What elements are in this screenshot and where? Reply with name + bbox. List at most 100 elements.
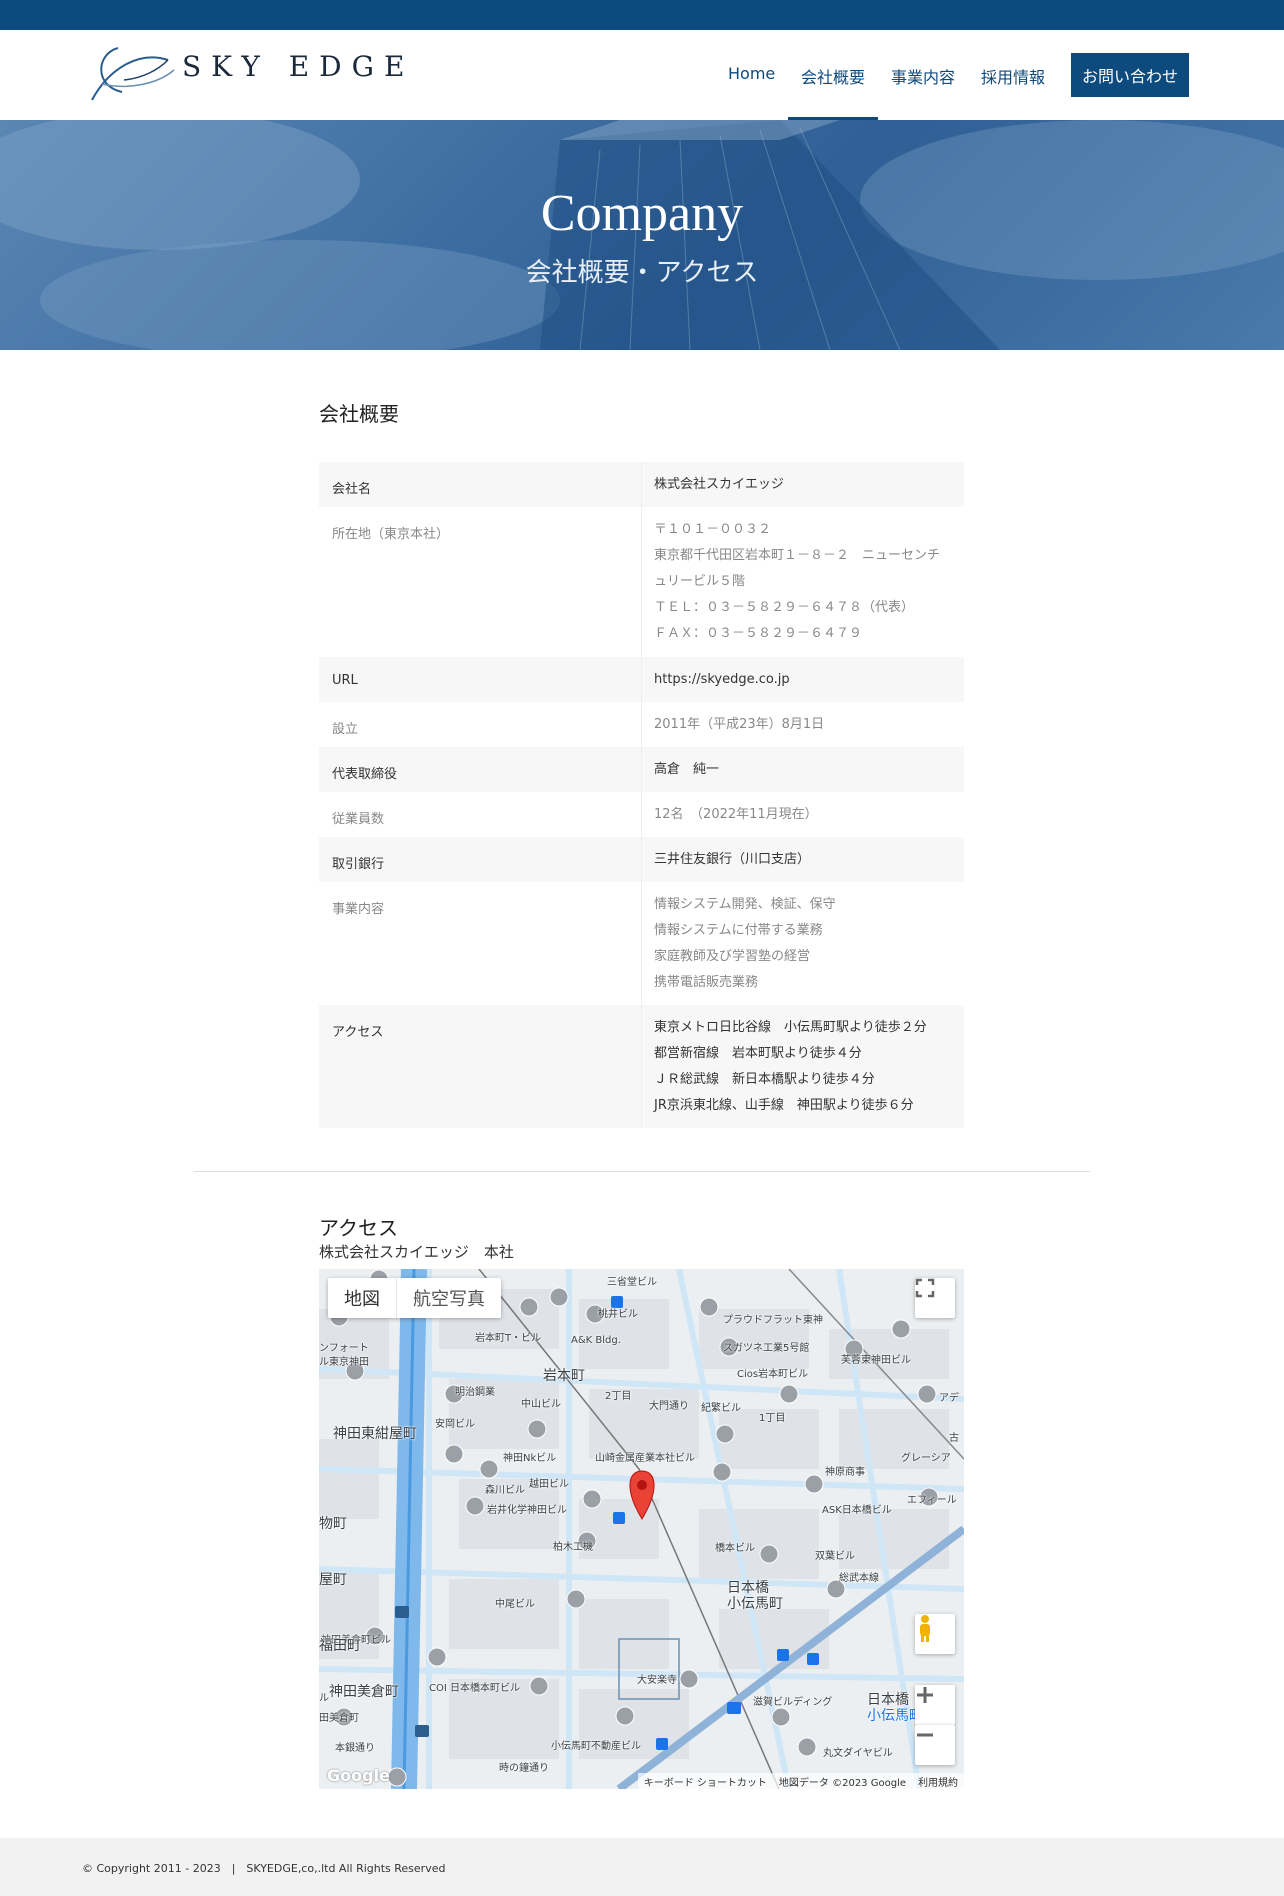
- cell-divider: [641, 837, 642, 882]
- map-place-label: 1丁目: [759, 1413, 786, 1424]
- site-footer: © Copyright 2011 - 2023 | SKYEDGE,co,.lt…: [0, 1838, 1284, 1896]
- map-place-label: 大門通り: [649, 1401, 689, 1412]
- copyright-text: © Copyright 2011 - 2023 | SKYEDGE,co,.lt…: [82, 1862, 446, 1875]
- terms-link[interactable]: 利用規約: [918, 1774, 958, 1789]
- google-logo: Google: [327, 1766, 390, 1785]
- value-line: 2011年（平成23年）8月1日: [654, 717, 825, 732]
- map-place-label: 小伝馬町不動産ビル: [551, 1741, 641, 1752]
- map-attribution: キーボード ショートカット 地図データ ©2023 Google 利用規約: [637, 1773, 964, 1789]
- map-place-label: 神田東紺屋町: [333, 1426, 417, 1442]
- nav-business[interactable]: 事業内容: [891, 64, 955, 88]
- cell-divider: [641, 882, 642, 1005]
- value-line: 三井住友銀行（川口支店）: [654, 852, 811, 867]
- table-row: 設立 2011年（平成23年）8月1日: [319, 702, 964, 747]
- map-type-control[interactable]: 地図 航空写真: [328, 1278, 501, 1318]
- row-value: 12名 （2022年11月現在）: [654, 802, 818, 828]
- table-row: 従業員数 12名 （2022年11月現在）: [319, 792, 964, 837]
- hero-subtitle: 会社概要・アクセス: [525, 258, 759, 288]
- table-row: URL https://skyedge.co.jp: [319, 657, 964, 702]
- value-line: ＴＥＬ：０３－５８２９－６４７８（代表）: [654, 600, 915, 615]
- map-place-label: 柏木工機: [553, 1542, 593, 1553]
- map-place-label: 物町: [319, 1516, 347, 1532]
- map-place-label: 小伝馬町: [727, 1596, 783, 1612]
- overview-heading: 会社概要: [319, 402, 399, 426]
- table-row: 事業内容 情報システム開発、検証、保守 情報システムに付帯する業務 家庭教師及び…: [319, 882, 964, 1005]
- zoom-out-icon[interactable]: [915, 1725, 955, 1765]
- row-value: 高倉 純一: [654, 757, 719, 783]
- value-line: 高倉 純一: [654, 762, 720, 777]
- nav-company[interactable]: 会社概要: [801, 64, 865, 88]
- access-subtitle: 株式会社スカイエッジ 本社: [319, 1243, 514, 1261]
- brand-name: SKY EDGE: [182, 50, 415, 83]
- table-row: 取引銀行 三井住友銀行（川口支店）: [319, 837, 964, 882]
- map-place-label: 滋賀ビルディング: [753, 1697, 833, 1708]
- row-key: 事業内容: [332, 902, 385, 917]
- section-divider: [194, 1171, 1090, 1172]
- google-map[interactable]: 三省堂ビル 桃井ビル プラウドフラット東神 岩本町T・ビル A&K Bldg. スガツネ工…: [319, 1269, 964, 1789]
- nav-recruit[interactable]: 採用情報: [981, 64, 1045, 88]
- zoom-in-icon[interactable]: [915, 1685, 955, 1725]
- row-key: URL: [332, 673, 358, 688]
- value-line: 〒１０１－００３２: [654, 522, 772, 537]
- map-place-label: アデ: [939, 1393, 959, 1404]
- keyboard-shortcuts-link[interactable]: キーボード ショートカット: [644, 1774, 767, 1789]
- value-line: 都営新宿線 岩本町駅より徒歩４分: [654, 1046, 862, 1061]
- map-place-label: 岩本町: [543, 1368, 585, 1384]
- row-key: 設立: [332, 722, 359, 737]
- cell-divider: [641, 702, 642, 747]
- map-place-label: ンフォート: [319, 1343, 369, 1354]
- map-place-label: 時の鐘通り: [499, 1763, 549, 1774]
- map-place-label: 総武本線: [839, 1573, 879, 1584]
- map-place-label: 神原商事: [825, 1467, 865, 1478]
- logo-swoosh-icon: [91, 47, 175, 101]
- contact-button[interactable]: お問い合わせ: [1071, 53, 1189, 97]
- nav-home[interactable]: Home: [728, 64, 775, 83]
- value-line: JR京浜東北線、山手線 神田駅より徒歩６分: [654, 1098, 914, 1113]
- value-line: 情報システム開発、検証、保守: [654, 897, 836, 912]
- map-place-label: 紀繁ビル: [701, 1403, 741, 1414]
- map-place-label: 田美倉町: [319, 1713, 359, 1724]
- map-place-label: 中山ビル: [521, 1399, 561, 1410]
- value-line: 12名 （2022年11月現在）: [654, 807, 818, 822]
- row-key: 従業員数: [332, 812, 385, 827]
- map-place-label: 福田町: [319, 1638, 361, 1654]
- map-place-label: 桃井ビル: [598, 1309, 638, 1320]
- map-place-label: Cios岩本町ビル: [737, 1369, 809, 1380]
- value-line: 家庭教師及び学習塾の経営: [654, 949, 811, 964]
- map-place-label: 越田ビル: [529, 1479, 569, 1490]
- url-link[interactable]: https://skyedge.co.jp: [654, 667, 790, 693]
- map-place-label: 岩本町T・ビル: [475, 1333, 542, 1344]
- row-key: アクセス: [332, 1025, 384, 1040]
- row-value: 情報システム開発、検証、保守 情報システムに付帯する業務 家庭教師及び学習塾の経…: [654, 892, 836, 996]
- table-row: 代表取締役 高倉 純一: [319, 747, 964, 792]
- map-place-label: 神田Nkビル: [503, 1453, 557, 1464]
- row-key: 代表取締役: [332, 767, 398, 782]
- map-type-roadmap[interactable]: 地図: [328, 1278, 396, 1318]
- row-value: 〒１０１－００３２ 東京都千代田区岩本町１－８－２ ニューセンチ ュリービル５階…: [654, 517, 940, 647]
- map-place-label: 大安楽寺: [637, 1675, 677, 1686]
- map-place-label: 屋町: [319, 1572, 347, 1588]
- value-line: 携帯電話販売業務: [654, 975, 759, 990]
- row-value: 2011年（平成23年）8月1日: [654, 712, 824, 738]
- map-place-label: ASK日本橋ビル: [822, 1505, 892, 1516]
- map-place-label: 中尾ビル: [495, 1599, 535, 1610]
- map-place-label: 芙蓉東神田ビル: [841, 1355, 911, 1366]
- map-place-label: 三省堂ビル: [607, 1277, 657, 1288]
- table-row: 所在地（東京本社） 〒１０１－００３２ 東京都千代田区岩本町１－８－２ ニューセ…: [319, 507, 964, 657]
- site-logo[interactable]: SKY EDGE: [88, 40, 404, 104]
- pegman-icon[interactable]: [915, 1614, 955, 1654]
- row-value: 三井住友銀行（川口支店）: [654, 847, 810, 873]
- value-line: ＦＡＸ：０３－５８２９－６４７９: [654, 626, 863, 641]
- row-value: 株式会社スカイエッジ: [654, 472, 784, 498]
- value-line: 東京メトロ日比谷線 小伝馬町駅より徒歩２分: [654, 1020, 927, 1035]
- map-type-satellite[interactable]: 航空写真: [396, 1278, 501, 1318]
- fullscreen-icon[interactable]: [915, 1278, 955, 1318]
- map-place-label: 本銀通り: [335, 1743, 375, 1754]
- map-place-label: 安岡ビル: [435, 1419, 475, 1430]
- cell-divider: [641, 507, 642, 657]
- row-value: 東京メトロ日比谷線 小伝馬町駅より徒歩２分 都営新宿線 岩本町駅より徒歩４分 Ｊ…: [654, 1015, 927, 1119]
- map-place-label: エフィール: [907, 1495, 957, 1506]
- table-row: アクセス 東京メトロ日比谷線 小伝馬町駅より徒歩２分 都営新宿線 岩本町駅より徒…: [319, 1005, 964, 1128]
- map-place-label: 丸文ダイヤビル: [823, 1748, 893, 1759]
- row-key: 所在地（東京本社）: [332, 527, 450, 542]
